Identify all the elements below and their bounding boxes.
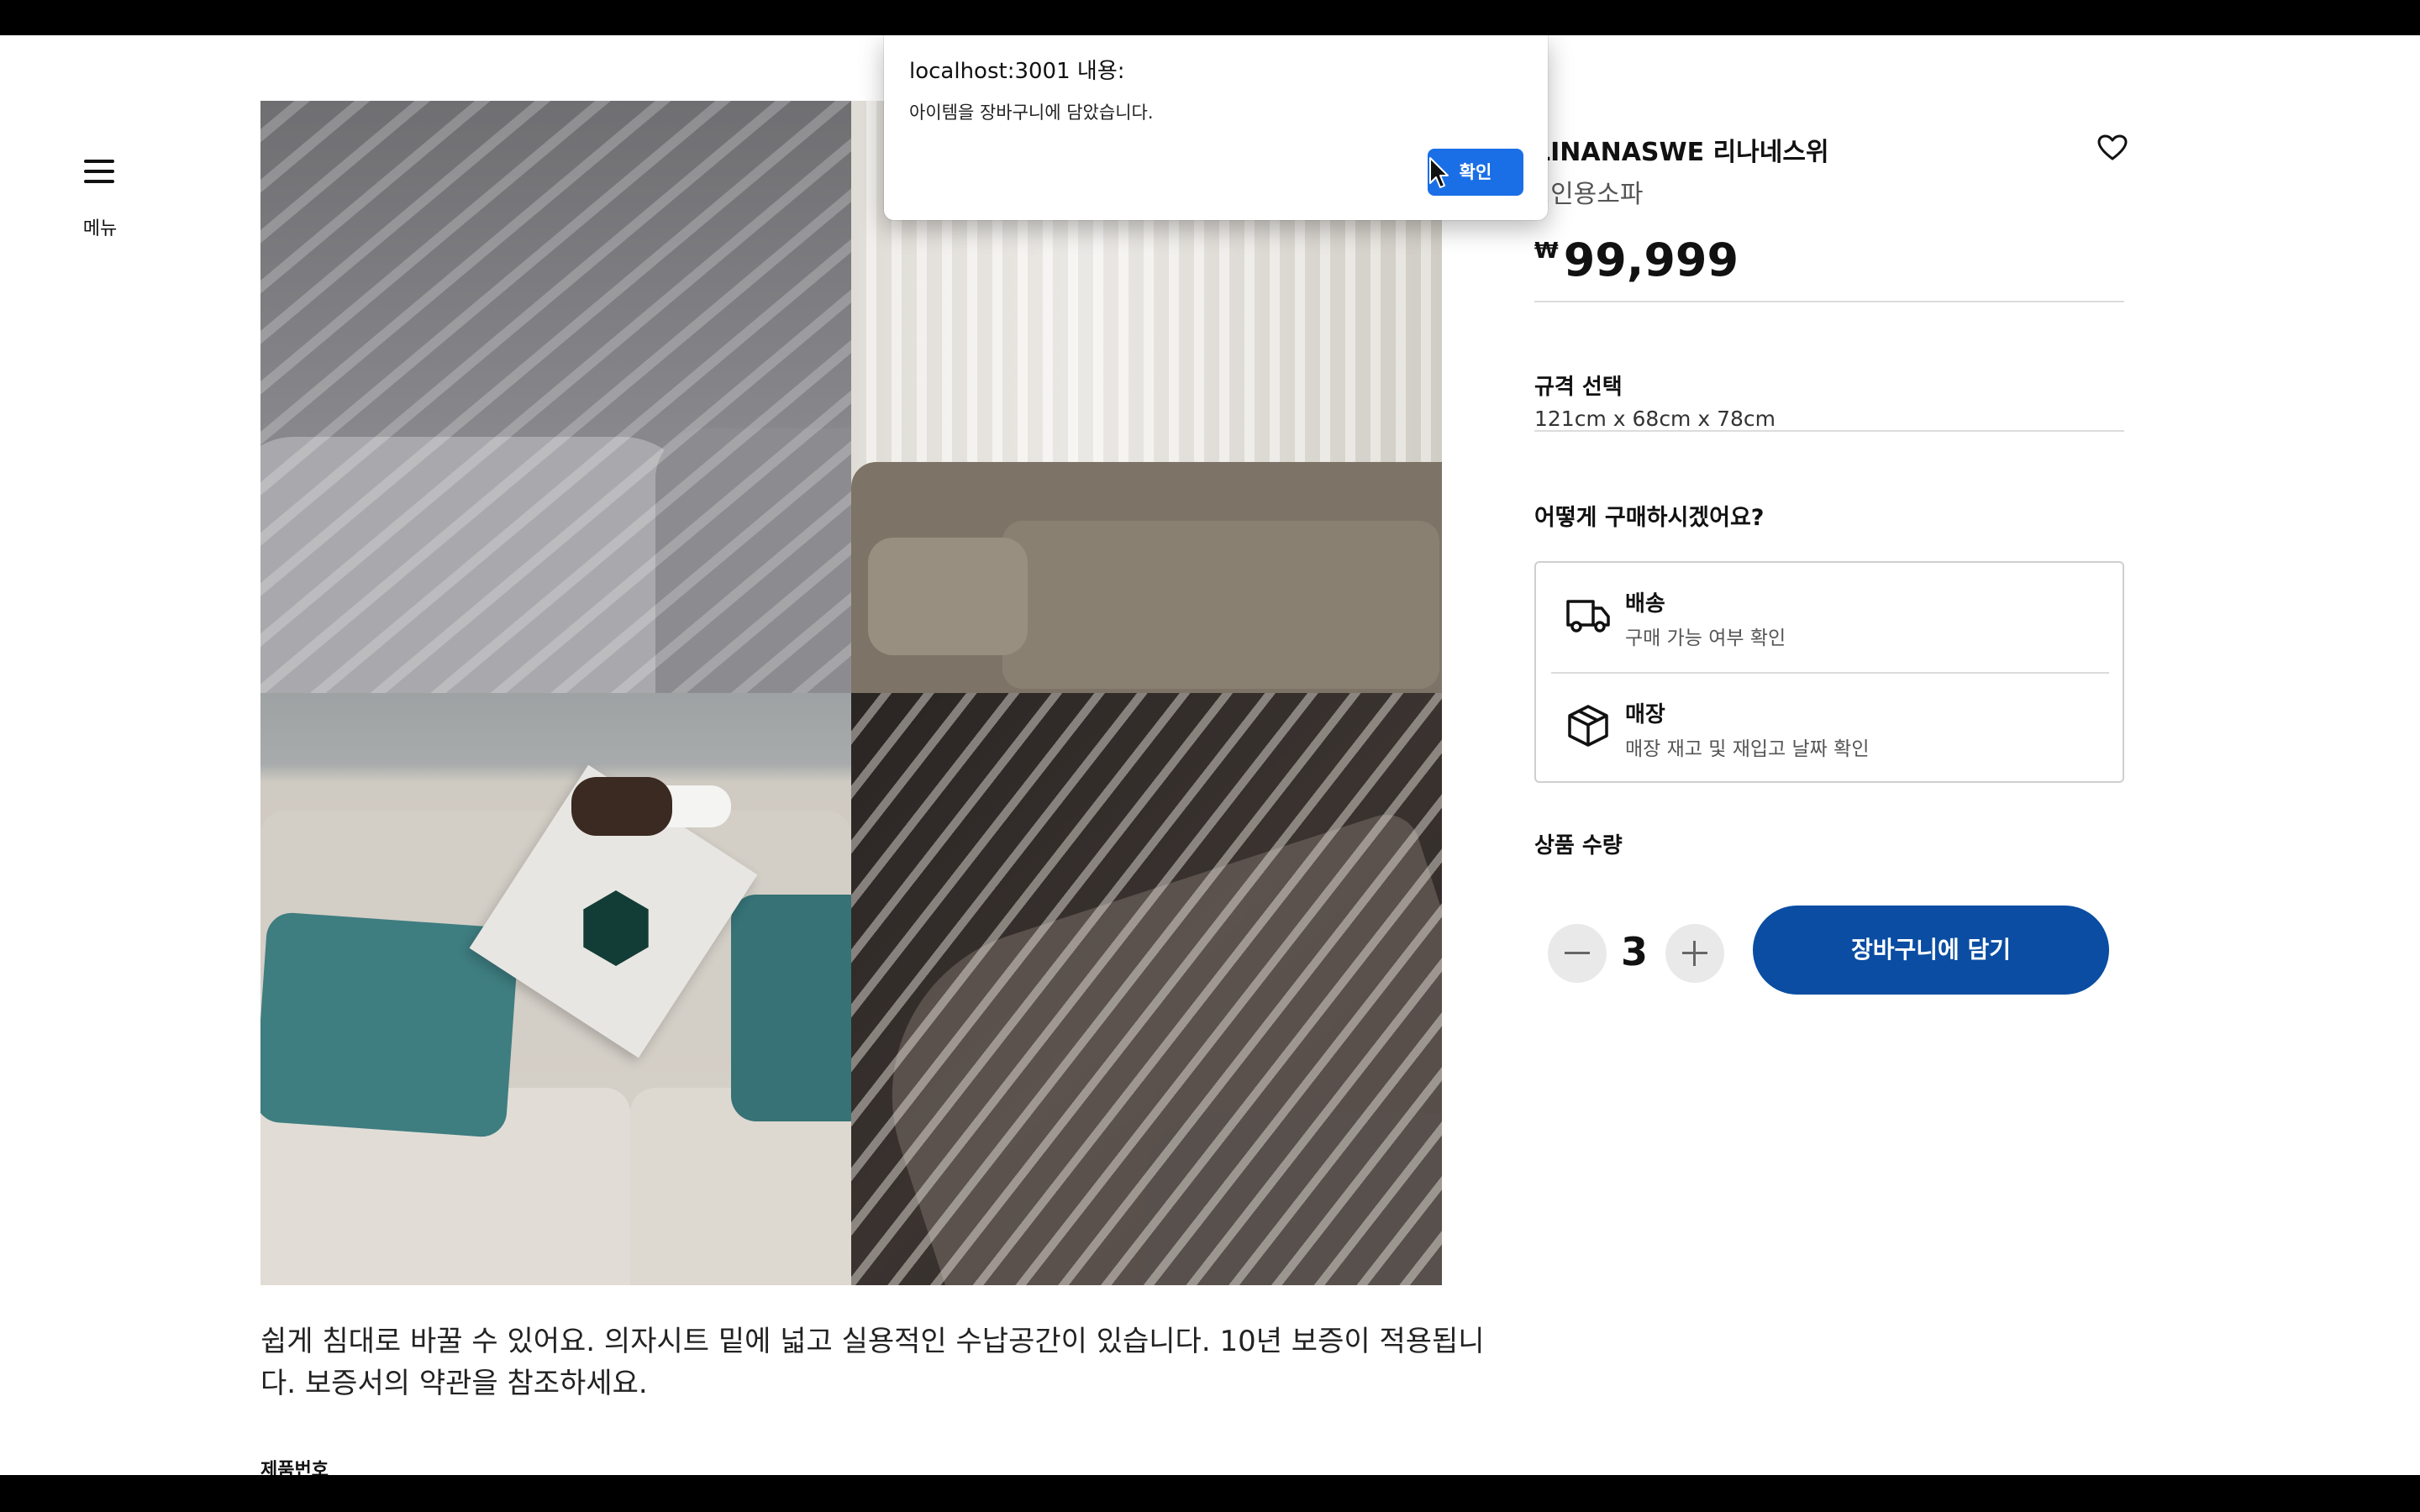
- price-value: 99,999: [1563, 234, 1739, 286]
- product-number-label: 제품번호: [260, 1460, 329, 1475]
- bottom-black-bar: [0, 1475, 2420, 1512]
- quantity-value: 3: [1620, 929, 1648, 974]
- top-black-bar: [0, 0, 2420, 35]
- product-page: 메뉴 쉽게 침대로 바꿀 수 있어요. 의자시트 밑에 넓고 실용적인 수납공간…: [0, 35, 2420, 1475]
- box-icon: [1565, 702, 1612, 749]
- product-price: ₩99,999: [1534, 234, 1739, 286]
- menu-label[interactable]: 메뉴: [71, 213, 129, 240]
- hamburger-icon: [84, 160, 114, 163]
- add-to-cart-button[interactable]: 장바구니에 담기: [1753, 906, 2109, 995]
- alert-message: 아이템을 장바구니에 담았습니다.: [909, 102, 1154, 123]
- mouse-cursor-icon: [1428, 156, 1450, 190]
- purchase-heading: 어떻게 구매하시겠어요?: [1534, 505, 1765, 531]
- delivery-option-subtitle: 구매 가능 여부 확인: [1625, 627, 1786, 649]
- spec-value[interactable]: 121cm x 68cm x 78cm: [1534, 407, 1776, 431]
- increase-quantity-button[interactable]: [1665, 924, 1724, 983]
- store-option[interactable]: 매장 매장 재고 및 재입고 날짜 확인: [1536, 674, 2123, 783]
- product-gallery: [260, 101, 1442, 1285]
- alert-dialog: localhost:3001 내용: 아이템을 장바구니에 담았습니다. 확인: [884, 35, 1548, 220]
- minus-icon: [1565, 952, 1590, 954]
- divider: [1534, 430, 2124, 432]
- divider: [1534, 301, 2124, 302]
- delivery-option[interactable]: 배송 구매 가능 여부 확인: [1536, 563, 2123, 672]
- purchase-options: 배송 구매 가능 여부 확인 매장 매장 재고 및 재입고 날짜 확인: [1534, 561, 2124, 783]
- product-title: LINANASWE 리나네스위: [1534, 138, 1829, 167]
- store-option-subtitle: 매장 재고 및 재입고 날짜 확인: [1625, 738, 1870, 760]
- decrease-quantity-button[interactable]: [1548, 924, 1607, 983]
- alert-title: localhost:3001 내용:: [909, 59, 1125, 84]
- gallery-image-3[interactable]: [260, 693, 851, 1285]
- product-subtitle: 2인용소파: [1534, 180, 1644, 209]
- menu-button[interactable]: [81, 153, 118, 190]
- delivery-option-title: 배송: [1625, 591, 1665, 617]
- store-option-title: 매장: [1625, 702, 1665, 727]
- gallery-image-4[interactable]: [851, 693, 1442, 1285]
- quantity-heading: 상품 수량: [1534, 833, 1623, 858]
- currency-symbol: ₩: [1534, 239, 1559, 264]
- gallery-image-1[interactable]: [260, 101, 851, 693]
- product-description: 쉽게 침대로 바꿀 수 있어요. 의자시트 밑에 넓고 실용적인 수납공간이 있…: [260, 1325, 1485, 1400]
- heart-icon[interactable]: [2097, 134, 2128, 161]
- truck-icon: [1565, 591, 1612, 638]
- spec-heading: 규격 선택: [1534, 375, 1623, 400]
